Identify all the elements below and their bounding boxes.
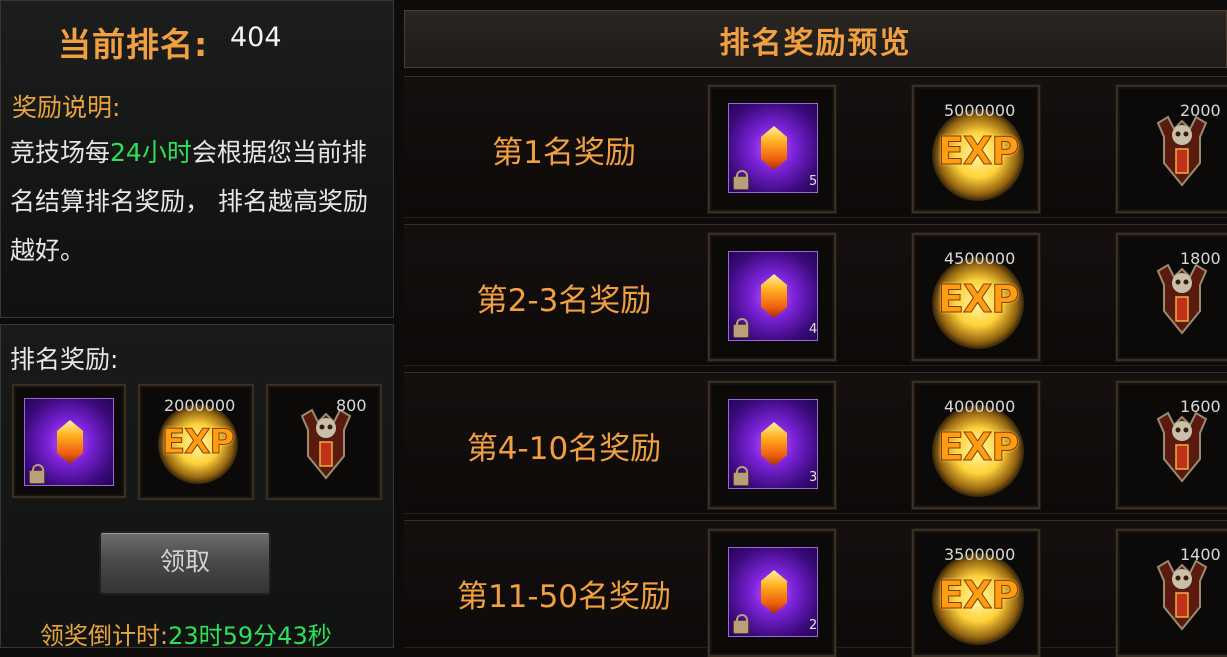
crystal-count: 2	[809, 618, 818, 633]
crystal-count: 4	[809, 322, 818, 337]
tier-crystal-slot[interactable]: 4	[708, 233, 836, 361]
orange-crystal-icon: 3	[728, 399, 818, 489]
tier-row: 第11-50名奖励 2 EXP 3500000 1400	[404, 520, 1227, 657]
exp-amount: 3500000	[944, 545, 1016, 564]
claim-countdown: 领奖倒计时:23时59分43秒	[40, 616, 332, 651]
emblem-amount: 1800	[1180, 249, 1221, 268]
reward-slot-emblem[interactable]: 800	[266, 384, 382, 500]
lock-icon	[733, 466, 749, 486]
exp-amount: 4000000	[944, 397, 1016, 416]
tier-exp-slot[interactable]: EXP 3500000	[912, 529, 1040, 657]
preview-title: 排名奖励预览	[719, 26, 912, 61]
reward-info-highlight: 24小时	[110, 138, 192, 167]
lock-icon	[733, 614, 749, 634]
lock-icon	[733, 318, 749, 338]
current-rank-label: 当前排名:	[58, 25, 209, 64]
exp-icon: EXP	[161, 422, 234, 463]
demon-shield-emblem-icon	[1156, 263, 1208, 335]
rank-reward-title: 排名奖励:	[10, 345, 119, 374]
exp-amount: 4500000	[944, 249, 1016, 268]
reward-info-text: 竞技场每24小时会根据您当前排名结算排名奖励， 排名越高奖励越好。	[10, 128, 390, 275]
tier-label: 第11-50名奖励	[456, 579, 672, 615]
claim-button[interactable]: 领取	[99, 531, 271, 595]
tier-emblem-slot[interactable]: 1400	[1116, 529, 1227, 657]
reward-slot-crystal[interactable]	[12, 384, 126, 498]
lock-icon	[733, 170, 749, 190]
reward-info-text-before: 竞技场每	[10, 138, 111, 167]
orange-crystal-icon: 4	[728, 251, 818, 341]
tier-crystal-slot[interactable]: 2	[708, 529, 836, 657]
reward-slot-exp[interactable]: EXP 2000000	[138, 384, 254, 500]
crystal-count: 5	[809, 174, 818, 189]
orange-crystal-icon: 2	[728, 547, 818, 637]
emblem-amount: 1400	[1180, 545, 1221, 564]
tier-row: 第4-10名奖励 3 EXP 4000000 1600	[404, 372, 1227, 514]
tier-crystal-slot[interactable]: 3	[708, 381, 836, 509]
exp-icon: EXP	[937, 277, 1019, 322]
tier-exp-slot[interactable]: EXP 4500000	[912, 233, 1040, 361]
demon-shield-emblem-icon	[1156, 115, 1208, 187]
reward-info-title: 奖励说明:	[12, 93, 121, 122]
tier-emblem-slot[interactable]: 1800	[1116, 233, 1227, 361]
demon-shield-emblem-icon	[300, 408, 352, 480]
tier-exp-slot[interactable]: EXP 4000000	[912, 381, 1040, 509]
exp-icon: EXP	[937, 573, 1019, 618]
tier-label: 第4-10名奖励	[466, 431, 662, 467]
emblem-amount: 2000	[1180, 101, 1221, 120]
reward-exp-amount: 2000000	[164, 396, 236, 415]
orange-crystal-icon	[24, 398, 114, 486]
crystal-count: 3	[809, 470, 818, 485]
tier-crystal-slot[interactable]: 5	[708, 85, 836, 213]
orange-crystal-icon: 5	[728, 103, 818, 193]
tier-label: 第1名奖励	[492, 135, 636, 171]
tier-emblem-slot[interactable]: 2000	[1116, 85, 1227, 213]
countdown-label: 领奖倒计时:	[40, 622, 169, 650]
exp-amount: 5000000	[944, 101, 1016, 120]
tier-row: 第2-3名奖励 4 EXP 4500000 1800	[404, 224, 1227, 366]
tier-row: 第1名奖励 5 EXP 5000000 2000	[404, 76, 1227, 218]
tier-label: 第2-3名奖励	[476, 283, 652, 319]
emblem-amount: 1600	[1180, 397, 1221, 416]
exp-icon: EXP	[937, 129, 1019, 174]
lock-icon	[29, 464, 45, 484]
tier-exp-slot[interactable]: EXP 5000000	[912, 85, 1040, 213]
current-rank-value: 404	[230, 22, 282, 53]
tier-emblem-slot[interactable]: 1600	[1116, 381, 1227, 509]
demon-shield-emblem-icon	[1156, 559, 1208, 631]
exp-icon: EXP	[937, 425, 1019, 470]
reward-emblem-amount: 800	[336, 396, 367, 415]
countdown-value: 23时59分43秒	[168, 622, 332, 650]
demon-shield-emblem-icon	[1156, 411, 1208, 483]
